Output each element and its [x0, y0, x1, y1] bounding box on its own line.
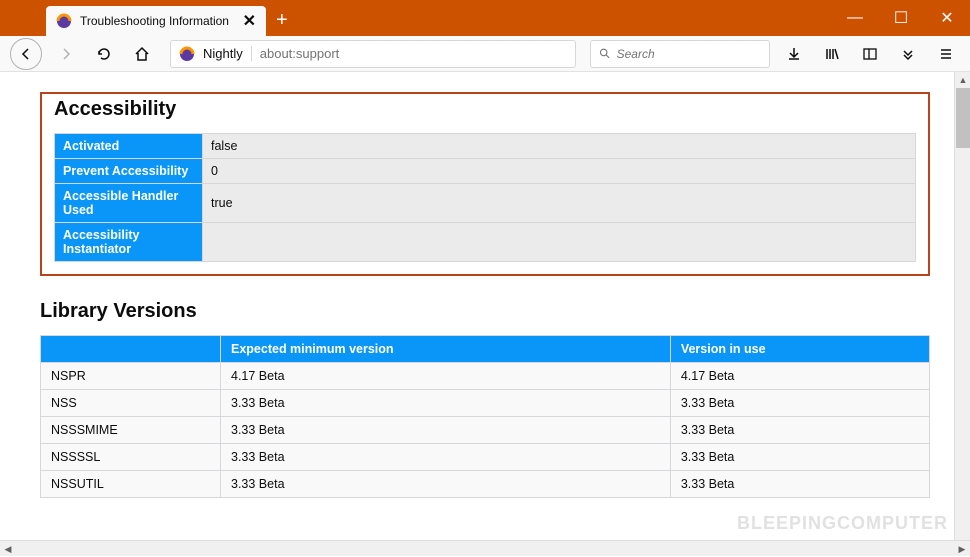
firefox-icon — [56, 13, 72, 29]
lib-name: NSSSSL — [41, 444, 221, 471]
lib-expected: 3.33 Beta — [221, 390, 671, 417]
acc-value: true — [203, 184, 916, 223]
search-bar[interactable] — [590, 40, 770, 68]
table-row: NSSUTIL3.33 Beta3.33 Beta — [41, 471, 930, 498]
maximize-button[interactable]: ☐ — [878, 0, 924, 36]
page-content: Accessibility Activatedfalse Prevent Acc… — [0, 72, 970, 556]
navbar: Nightly about:support — [0, 36, 970, 72]
lib-inuse: 3.33 Beta — [670, 471, 929, 498]
scroll-up-icon[interactable]: ▲ — [955, 72, 970, 88]
table-row: Prevent Accessibility0 — [55, 159, 916, 184]
table-header-row: Expected minimum version Version in use — [41, 336, 930, 363]
library-table: Expected minimum version Version in use … — [40, 335, 930, 498]
table-row: NSSSSL3.33 Beta3.33 Beta — [41, 444, 930, 471]
table-row: Activatedfalse — [55, 134, 916, 159]
table-row: NSSSMIME3.33 Beta3.33 Beta — [41, 417, 930, 444]
lib-expected: 4.17 Beta — [221, 363, 671, 390]
acc-value: 0 — [203, 159, 916, 184]
acc-value — [203, 223, 916, 262]
lib-expected: 3.33 Beta — [221, 471, 671, 498]
lib-inuse: 3.33 Beta — [670, 390, 929, 417]
search-input[interactable] — [617, 47, 761, 61]
lib-inuse: 3.33 Beta — [670, 444, 929, 471]
lib-inuse: 3.33 Beta — [670, 417, 929, 444]
table-row: Accessibility Instantiator — [55, 223, 916, 262]
lib-header-blank — [41, 336, 221, 363]
titlebar: Troubleshooting Information ✕ + — ☐ ✕ — [0, 0, 970, 36]
watermark: BLEEPINGCOMPUTER — [737, 513, 948, 534]
menu-button[interactable] — [932, 40, 960, 68]
library-heading: Library Versions — [40, 300, 930, 323]
lib-inuse: 4.17 Beta — [670, 363, 929, 390]
lib-header-inuse: Version in use — [670, 336, 929, 363]
overflow-button[interactable] — [894, 40, 922, 68]
close-window-button[interactable]: ✕ — [924, 0, 970, 36]
search-icon — [599, 47, 611, 60]
table-row: Accessible Handler Usedtrue — [55, 184, 916, 223]
new-tab-button[interactable]: + — [276, 9, 288, 32]
minimize-button[interactable]: — — [832, 0, 878, 36]
lib-expected: 3.33 Beta — [221, 417, 671, 444]
lib-header-expected: Expected minimum version — [221, 336, 671, 363]
scroll-right-icon[interactable]: ▶ — [954, 541, 970, 557]
firefox-icon — [179, 46, 195, 62]
url-bar[interactable]: Nightly about:support — [170, 40, 576, 68]
accessibility-heading: Accessibility — [54, 98, 916, 121]
acc-label: Prevent Accessibility — [55, 159, 203, 184]
acc-label: Activated — [55, 134, 203, 159]
url-text: about:support — [260, 46, 340, 61]
acc-label: Accessibility Instantiator — [55, 223, 203, 262]
table-row: NSPR4.17 Beta4.17 Beta — [41, 363, 930, 390]
lib-name: NSSSMIME — [41, 417, 221, 444]
home-button[interactable] — [128, 40, 156, 68]
acc-label: Accessible Handler Used — [55, 184, 203, 223]
table-row: NSS3.33 Beta3.33 Beta — [41, 390, 930, 417]
tab-title: Troubleshooting Information — [80, 14, 235, 28]
lib-name: NSPR — [41, 363, 221, 390]
downloads-button[interactable] — [780, 40, 808, 68]
browser-tab[interactable]: Troubleshooting Information ✕ — [46, 6, 266, 36]
scroll-thumb[interactable] — [956, 88, 970, 148]
back-button[interactable] — [10, 38, 42, 70]
horizontal-scrollbar[interactable]: ◀ ▶ — [0, 540, 970, 556]
window-controls: — ☐ ✕ — [832, 0, 970, 36]
sidebar-button[interactable] — [856, 40, 884, 68]
reload-button[interactable] — [90, 40, 118, 68]
url-identity: Nightly — [203, 46, 252, 61]
forward-button[interactable] — [52, 40, 80, 68]
lib-name: NSSUTIL — [41, 471, 221, 498]
lib-name: NSS — [41, 390, 221, 417]
acc-value: false — [203, 134, 916, 159]
accessibility-table: Activatedfalse Prevent Accessibility0 Ac… — [54, 133, 916, 262]
accessibility-section: Accessibility Activatedfalse Prevent Acc… — [40, 92, 930, 276]
lib-expected: 3.33 Beta — [221, 444, 671, 471]
library-button[interactable] — [818, 40, 846, 68]
vertical-scrollbar[interactable]: ▲ ▼ — [954, 72, 970, 556]
library-section: Library Versions Expected minimum versio… — [40, 300, 930, 498]
scroll-left-icon[interactable]: ◀ — [0, 541, 16, 557]
tab-close-icon[interactable]: ✕ — [243, 11, 256, 31]
